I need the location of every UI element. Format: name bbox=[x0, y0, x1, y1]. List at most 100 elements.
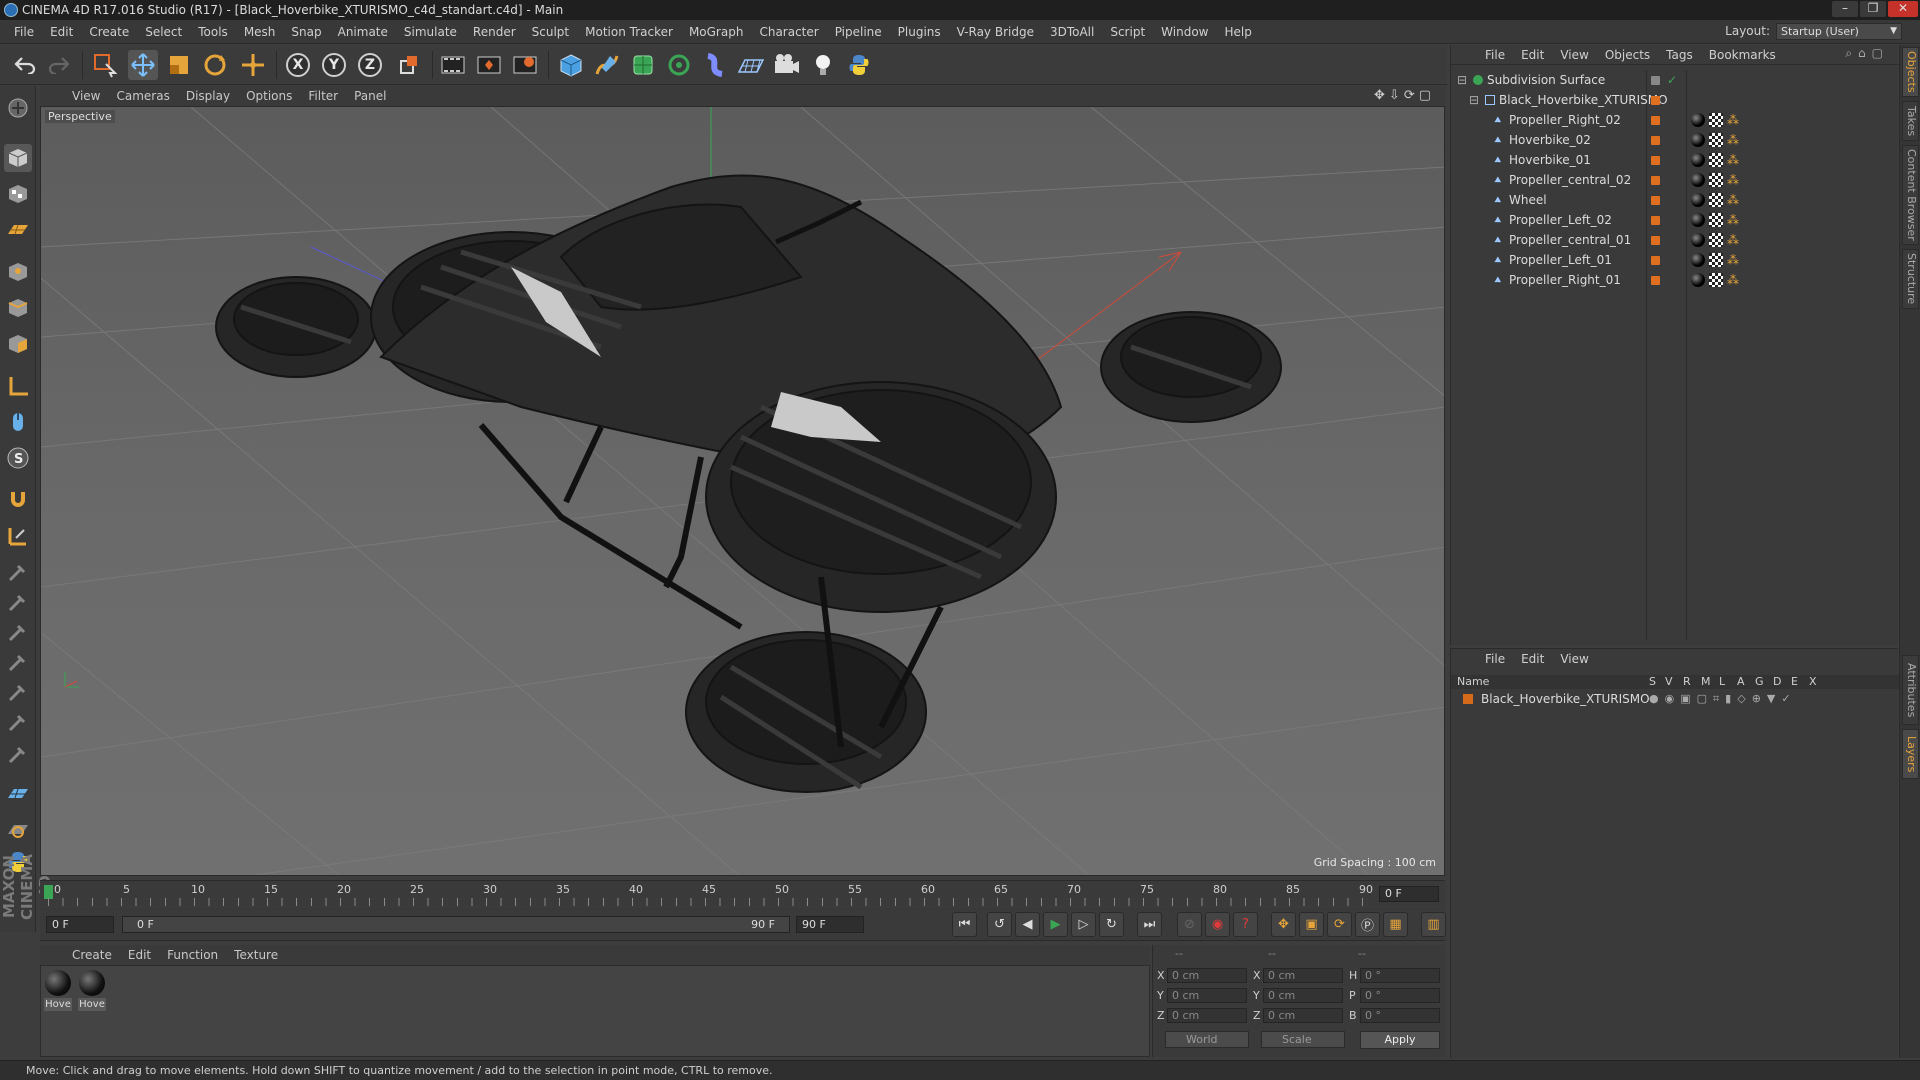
timeline-window-icon[interactable]: ▥ bbox=[1421, 912, 1446, 937]
material-tag-icon[interactable] bbox=[1691, 213, 1705, 227]
layer-toggle-icons[interactable]: ●◉▣▢⌗▮◇⊕▼✓ bbox=[1649, 691, 1797, 707]
menu-help[interactable]: Help bbox=[1216, 20, 1259, 44]
camera-icon[interactable] bbox=[772, 50, 802, 80]
render-view-icon[interactable] bbox=[438, 50, 468, 80]
brush-tool-1-icon[interactable] bbox=[4, 558, 32, 586]
brush-tool-5-icon[interactable] bbox=[4, 678, 32, 706]
phong-tag-icon[interactable]: ⁂ bbox=[1727, 133, 1741, 147]
menu-motion-tracker[interactable]: Motion Tracker bbox=[577, 20, 681, 44]
uvw-tag-icon[interactable] bbox=[1709, 213, 1723, 227]
position-y-field[interactable]: 0 cm bbox=[1167, 988, 1247, 1003]
material-swatch[interactable]: Hove bbox=[78, 970, 106, 1014]
material-menu-texture[interactable]: Texture bbox=[226, 948, 286, 962]
layer-color-swatch[interactable] bbox=[1651, 276, 1660, 285]
close-button[interactable]: ✕ bbox=[1888, 1, 1918, 17]
menu-character[interactable]: Character bbox=[751, 20, 826, 44]
apply-button[interactable]: Apply bbox=[1360, 1031, 1440, 1049]
tab-structure[interactable]: Structure bbox=[1902, 249, 1919, 309]
lm-menu-view[interactable]: View bbox=[1552, 652, 1596, 666]
viewport-menu-cameras[interactable]: Cameras bbox=[108, 89, 177, 103]
collapse-icon[interactable]: ⊟ bbox=[1469, 90, 1479, 110]
rotation-b-field[interactable]: 0 ° bbox=[1360, 1008, 1440, 1023]
material-swatch[interactable]: Hove bbox=[44, 970, 72, 1014]
workplane-mode-icon[interactable] bbox=[4, 216, 32, 244]
menu-snap[interactable]: Snap bbox=[283, 20, 329, 44]
object-row[interactable]: ⯅ Hoverbike_02 ⁂ bbox=[1451, 130, 1897, 150]
material-tag-icon[interactable] bbox=[1691, 193, 1705, 207]
autokey-icon[interactable]: ◉ bbox=[1205, 912, 1230, 937]
brush-tool-4-icon[interactable] bbox=[4, 648, 32, 676]
timeline-ruler[interactable]: 0 5 10 15 20 25 30 35 40 45 50 55 60 65 … bbox=[40, 880, 1445, 906]
menu-script[interactable]: Script bbox=[1102, 20, 1153, 44]
tab-objects[interactable]: Objects bbox=[1902, 47, 1919, 97]
floor-object-icon[interactable] bbox=[736, 50, 766, 80]
key-scale-icon[interactable]: ▣ bbox=[1299, 912, 1324, 937]
points-mode-icon[interactable] bbox=[4, 258, 32, 286]
phong-tag-icon[interactable]: ⁂ bbox=[1727, 253, 1741, 267]
collapse-icon[interactable]: ⊟ bbox=[1457, 70, 1467, 90]
viewport-navigation-icons[interactable]: ✥⇩⟳▢ bbox=[1374, 88, 1435, 103]
make-editable-icon[interactable] bbox=[4, 94, 32, 122]
viewport-camera-label[interactable]: Perspective bbox=[45, 110, 115, 123]
viewport-menu-panel[interactable]: Panel bbox=[346, 89, 394, 103]
live-selection-icon[interactable] bbox=[90, 50, 120, 80]
layer-color-swatch[interactable] bbox=[1463, 694, 1473, 704]
menu-tools[interactable]: Tools bbox=[190, 20, 236, 44]
om-menu-bookmarks[interactable]: Bookmarks bbox=[1701, 48, 1784, 62]
phong-tag-icon[interactable]: ⁂ bbox=[1727, 113, 1741, 127]
menu-render[interactable]: Render bbox=[465, 20, 524, 44]
object-row[interactable]: ⊟ Subdivision Surface ✓ bbox=[1451, 70, 1897, 90]
menu-sculpt[interactable]: Sculpt bbox=[524, 20, 577, 44]
object-row[interactable]: ⯅ Propeller_Right_02 ⁂ bbox=[1451, 110, 1897, 130]
frame-range-slider[interactable]: 0 F 90 F bbox=[122, 916, 790, 933]
menu-vray-bridge[interactable]: V-Ray Bridge bbox=[949, 20, 1042, 44]
layer-color-swatch[interactable] bbox=[1651, 196, 1660, 205]
object-row[interactable]: ⯅ Propeller_Left_02 ⁂ bbox=[1451, 210, 1897, 230]
key-parameter-icon[interactable]: Ⓟ bbox=[1355, 912, 1380, 937]
scale-tool-icon[interactable] bbox=[164, 50, 194, 80]
coordinate-system-icon[interactable] bbox=[394, 50, 424, 80]
enabled-check-icon[interactable]: ✓ bbox=[1667, 70, 1677, 90]
subdivision-surface-icon[interactable] bbox=[628, 50, 658, 80]
material-tag-icon[interactable] bbox=[1691, 133, 1705, 147]
menu-window[interactable]: Window bbox=[1153, 20, 1216, 44]
cube-object-icon[interactable] bbox=[556, 50, 586, 80]
phong-tag-icon[interactable]: ⁂ bbox=[1727, 193, 1741, 207]
brush-tool-2-icon[interactable] bbox=[4, 588, 32, 616]
3d-viewport[interactable]: Perspective Grid Spacing : 100 cm bbox=[40, 106, 1445, 876]
uvw-tag-icon[interactable] bbox=[1709, 193, 1723, 207]
object-row[interactable]: ⯅ Propeller_central_02 ⁂ bbox=[1451, 170, 1897, 190]
object-row[interactable]: ⯅ Wheel ⁂ bbox=[1451, 190, 1897, 210]
rotation-h-field[interactable]: 0 ° bbox=[1360, 968, 1440, 983]
python-icon[interactable] bbox=[844, 50, 874, 80]
brush-tool-7-icon[interactable] bbox=[4, 740, 32, 768]
current-frame-field[interactable]: 0 F bbox=[1379, 886, 1439, 902]
layer-color-swatch[interactable] bbox=[1651, 96, 1660, 105]
viewport-menu-display[interactable]: Display bbox=[178, 89, 238, 103]
size-y-field[interactable]: 0 cm bbox=[1263, 988, 1343, 1003]
phong-tag-icon[interactable]: ⁂ bbox=[1727, 233, 1741, 247]
phong-tag-icon[interactable]: ⁂ bbox=[1727, 273, 1741, 287]
go-to-start-icon[interactable]: ⏮ bbox=[952, 912, 977, 937]
viewport-menu-view[interactable]: View bbox=[64, 89, 108, 103]
om-menu-edit[interactable]: Edit bbox=[1513, 48, 1552, 62]
playhead-marker[interactable] bbox=[44, 885, 53, 899]
key-position-icon[interactable]: ✥ bbox=[1271, 912, 1296, 937]
lm-menu-edit[interactable]: Edit bbox=[1513, 652, 1552, 666]
snapping-icon[interactable]: S bbox=[4, 444, 32, 472]
end-frame-field[interactable]: 90 F bbox=[796, 916, 864, 933]
magnet-tool-icon[interactable] bbox=[4, 486, 32, 514]
tab-content-browser[interactable]: Content Browser bbox=[1902, 145, 1919, 245]
om-menu-objects[interactable]: Objects bbox=[1597, 48, 1658, 62]
rotation-p-field[interactable]: 0 ° bbox=[1360, 988, 1440, 1003]
phong-tag-icon[interactable]: ⁂ bbox=[1727, 173, 1741, 187]
phong-tag-icon[interactable]: ⁂ bbox=[1727, 153, 1741, 167]
key-point-level-icon[interactable]: ▦ bbox=[1383, 912, 1408, 937]
menu-mograph[interactable]: MoGraph bbox=[681, 20, 752, 44]
layer-color-swatch[interactable] bbox=[1651, 216, 1660, 225]
menu-select[interactable]: Select bbox=[137, 20, 190, 44]
light-icon[interactable] bbox=[808, 50, 838, 80]
uvw-tag-icon[interactable] bbox=[1709, 113, 1723, 127]
size-z-field[interactable]: 0 cm bbox=[1263, 1008, 1343, 1023]
om-search-home-icons[interactable]: ⌕⌂▢ bbox=[1845, 46, 1889, 61]
